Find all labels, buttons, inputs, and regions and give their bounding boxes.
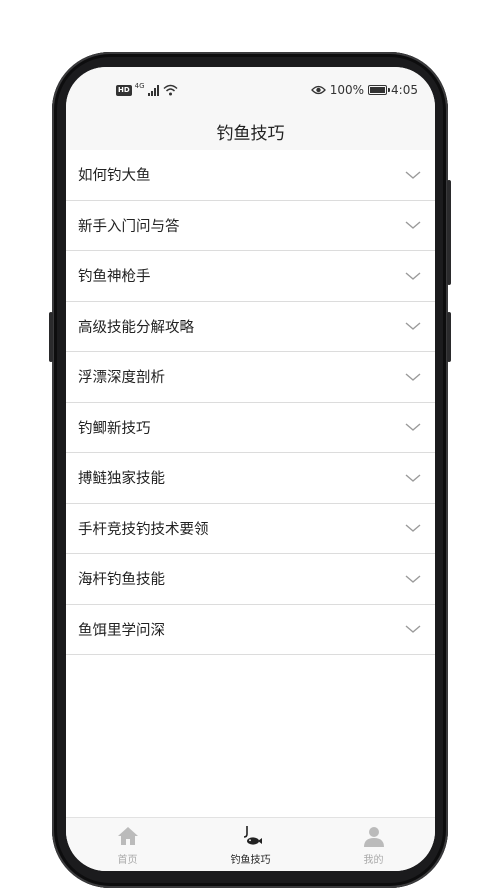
list-item[interactable]: 手杆竞技钓技术要领 <box>66 503 435 554</box>
list-item[interactable]: 钓鱼神枪手 <box>66 251 435 302</box>
chevron-down-icon[interactable] <box>404 371 422 383</box>
page-title: 钓鱼技巧 <box>216 124 285 144</box>
power-button <box>447 180 451 285</box>
list-item-label: 手杆竞技钓技术要领 <box>78 521 209 538</box>
status-left: HD 4G <box>116 82 178 97</box>
topic-list: 如何钓大鱼新手入门问与答 钓鱼神枪手高级技能分解攻略 浮漂深度剖析 钓鲫新技巧搏鲢独家… <box>66 150 435 655</box>
chevron-down-icon[interactable] <box>404 522 422 534</box>
signal-icon <box>147 84 159 96</box>
list-item[interactable]: 鱼饵里学问深 <box>66 604 435 655</box>
list-item-label: 高级技能分解攻略 <box>78 319 194 336</box>
list-item[interactable]: 浮漂深度剖析 <box>66 352 435 403</box>
fishing-icon <box>243 826 262 845</box>
bottom-tab-bar: 首页 钓鱼技巧 我的 <box>66 817 435 871</box>
home-icon <box>117 827 138 845</box>
list-item-label: 海杆钓鱼技能 <box>78 572 165 589</box>
chevron-down-icon[interactable] <box>404 472 422 484</box>
list-item-label: 浮漂深度剖析 <box>78 370 165 387</box>
app-screen: HD 4G 100% 4:05 钓鱼技巧 如何钓大鱼 新手入门问与答 钓鱼神枪手… <box>66 67 435 871</box>
list-item-label: 新手入门问与答 <box>78 218 180 235</box>
chevron-down-icon[interactable] <box>404 320 422 332</box>
volume-button <box>49 312 53 362</box>
status-right: 100% 4:05 <box>310 82 418 98</box>
user-icon <box>363 827 384 847</box>
status-bar: HD 4G 100% 4:05 <box>66 67 435 113</box>
chevron-down-icon[interactable] <box>404 623 422 635</box>
battery-percent: 100% <box>329 83 365 97</box>
list-item[interactable]: 海杆钓鱼技能 <box>66 554 435 605</box>
hd-badge: HD <box>116 84 132 96</box>
list-item[interactable]: 如何钓大鱼 <box>66 150 435 201</box>
tab-fishing[interactable]: 钓鱼技巧 <box>189 818 312 871</box>
tab-label: 我的 <box>363 855 384 866</box>
eye-icon <box>310 85 326 95</box>
wifi-icon <box>163 84 178 96</box>
chevron-down-icon[interactable] <box>404 219 422 231</box>
chevron-down-icon[interactable] <box>404 169 422 181</box>
page-header: 钓鱼技巧 <box>66 113 435 150</box>
list-item[interactable]: 高级技能分解攻略 <box>66 301 435 352</box>
chevron-down-icon[interactable] <box>404 573 422 585</box>
chevron-down-icon[interactable] <box>404 421 422 433</box>
tab-home[interactable]: 首页 <box>66 818 189 871</box>
list-item[interactable]: 搏鲢独家技能 <box>66 453 435 504</box>
list-item-label: 如何钓大鱼 <box>78 168 151 185</box>
list-item-label: 搏鲢独家技能 <box>78 471 165 488</box>
list-item-label: 钓鱼神枪手 <box>78 269 151 286</box>
tab-label: 钓鱼技巧 <box>230 855 271 866</box>
tab-label: 首页 <box>117 855 138 866</box>
battery-icon <box>368 85 391 95</box>
network-type-label: 4G <box>134 82 145 90</box>
list-item[interactable]: 新手入门问与答 <box>66 200 435 251</box>
side-button <box>447 312 451 362</box>
list-item-label: 钓鲫新技巧 <box>78 420 151 437</box>
list-item-label: 鱼饵里学问深 <box>78 622 165 639</box>
chevron-down-icon[interactable] <box>404 270 422 282</box>
tab-user[interactable]: 我的 <box>312 818 435 871</box>
battery-fill <box>370 87 386 93</box>
list-item[interactable]: 钓鲫新技巧 <box>66 402 435 453</box>
clock: 4:05 <box>391 83 418 97</box>
